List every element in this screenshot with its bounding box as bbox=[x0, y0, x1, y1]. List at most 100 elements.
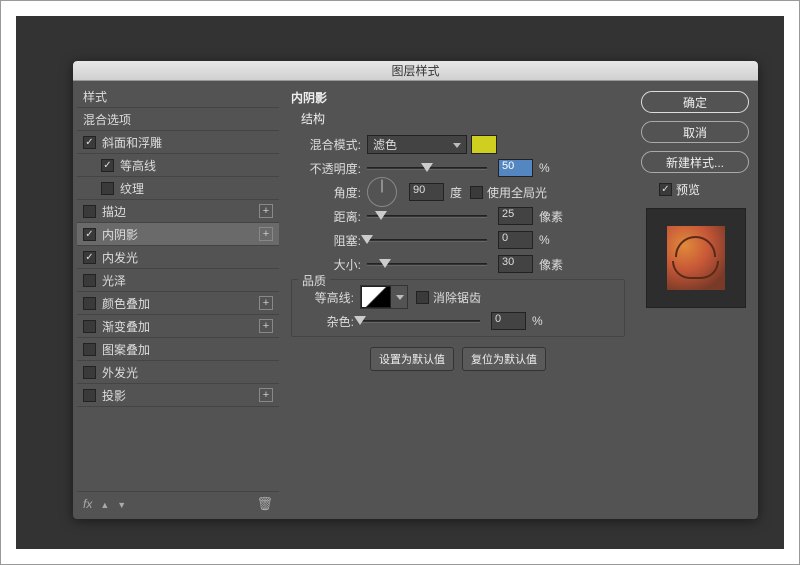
dialog-content: 样式 混合选项 斜面和浮雕等高线纹理描边+内阴影+内发光光泽颜色叠加+渐变叠加+… bbox=[73, 81, 758, 519]
contour-row: 等高线: 消除锯齿 bbox=[294, 286, 622, 308]
ok-button[interactable]: 确定 bbox=[641, 91, 749, 113]
effect-item-8[interactable]: 渐变叠加+ bbox=[77, 315, 279, 338]
effect-checkbox[interactable] bbox=[83, 251, 96, 264]
distance-row: 距离: 25 像素 bbox=[301, 205, 625, 227]
effect-checkbox[interactable] bbox=[83, 320, 96, 333]
choke-slider[interactable] bbox=[367, 239, 487, 242]
preview-checkbox[interactable] bbox=[659, 183, 672, 196]
distance-slider[interactable] bbox=[367, 215, 487, 218]
sidebar-header-blending[interactable]: 混合选项 bbox=[77, 108, 279, 131]
fx-menu-button[interactable]: fx bbox=[83, 497, 92, 511]
effect-item-0[interactable]: 斜面和浮雕 bbox=[77, 131, 279, 154]
preview-box bbox=[646, 208, 746, 308]
contour-label: 等高线: bbox=[294, 289, 354, 306]
distance-label: 距离: bbox=[301, 208, 361, 225]
effect-checkbox[interactable] bbox=[101, 182, 114, 195]
effect-item-2[interactable]: 纹理 bbox=[77, 177, 279, 200]
shadow-color-swatch[interactable] bbox=[471, 135, 497, 154]
sidebar-header-styles[interactable]: 样式 bbox=[77, 85, 279, 108]
global-light-label: 使用全局光 bbox=[487, 184, 547, 201]
blend-mode-select[interactable]: 滤色 bbox=[367, 135, 467, 154]
effect-item-5[interactable]: 内发光 bbox=[77, 246, 279, 269]
distance-input[interactable]: 25 bbox=[498, 207, 533, 225]
sidebar-footer: fx bbox=[77, 491, 279, 515]
dialog-actions: 确定 取消 新建样式... 预览 bbox=[633, 81, 758, 519]
effect-label: 内发光 bbox=[102, 249, 273, 266]
size-slider[interactable] bbox=[367, 263, 487, 266]
size-label: 大小: bbox=[301, 256, 361, 273]
noise-row: 杂色: 0 % bbox=[294, 310, 622, 332]
page-frame: 图层样式 样式 混合选项 斜面和浮雕等高线纹理描边+ 内阴影 + 内发光光泽颜色叠加 +… bbox=[0, 0, 800, 565]
trash-icon[interactable] bbox=[256, 496, 273, 512]
effect-label: 内阴影 bbox=[102, 226, 255, 243]
effect-item-3[interactable]: 描边+ bbox=[77, 200, 279, 223]
styles-sidebar: 样式 混合选项 斜面和浮雕等高线纹理描边+内阴影+内发光光泽颜色叠加+渐变叠加+… bbox=[73, 81, 283, 519]
antialias-checkbox[interactable] bbox=[416, 291, 429, 304]
opacity-slider[interactable] bbox=[367, 167, 487, 170]
layer-style-dialog: 图层样式 样式 混合选项 斜面和浮雕等高线纹理描边+ 内阴影 + 内发光光泽颜色叠加 +… bbox=[73, 61, 758, 519]
effect-checkbox[interactable] bbox=[83, 228, 96, 241]
effect-checkbox[interactable] bbox=[83, 297, 96, 310]
effect-item-6[interactable]: 光泽 bbox=[77, 269, 279, 292]
antialias-label: 消除锯齿 bbox=[433, 289, 481, 306]
effect-checkbox[interactable] bbox=[83, 366, 96, 379]
effect-item-7[interactable]: 颜色叠加 + bbox=[77, 292, 279, 315]
effect-label: 光泽 bbox=[102, 272, 273, 289]
add-effect-icon[interactable]: + bbox=[259, 296, 273, 310]
dialog-title: 图层样式 bbox=[73, 61, 758, 81]
effect-item-1[interactable]: 等高线 bbox=[77, 154, 279, 177]
new-style-button[interactable]: 新建样式... bbox=[641, 151, 749, 173]
chevron-down-icon bbox=[393, 286, 407, 308]
opacity-input[interactable]: 50 bbox=[498, 159, 533, 177]
effect-checkbox[interactable] bbox=[83, 205, 96, 218]
move-up-icon[interactable] bbox=[100, 497, 109, 511]
size-row: 大小: 30 像素 bbox=[301, 253, 625, 275]
effect-item-9[interactable]: 图案叠加 bbox=[77, 338, 279, 361]
structure-title: 结构 bbox=[301, 108, 625, 133]
quality-group: 品质 等高线: 消除锯齿 杂色: 0 % bbox=[291, 279, 625, 337]
choke-label: 阻塞: bbox=[301, 232, 361, 249]
effect-checkbox[interactable] bbox=[83, 389, 96, 402]
reset-default-button[interactable]: 复位为默认值 bbox=[462, 347, 546, 371]
add-effect-icon[interactable]: + bbox=[259, 227, 273, 241]
set-default-button[interactable]: 设置为默认值 bbox=[370, 347, 454, 371]
effect-checkbox[interactable] bbox=[83, 343, 96, 356]
effect-label: 颜色叠加 bbox=[102, 295, 255, 312]
global-light-checkbox[interactable] bbox=[470, 186, 483, 199]
preview-thumbnail bbox=[667, 226, 725, 290]
contour-swatch-icon bbox=[361, 286, 391, 308]
effect-checkbox[interactable] bbox=[83, 274, 96, 287]
add-effect-icon[interactable]: + bbox=[259, 319, 273, 333]
effect-label: 等高线 bbox=[120, 157, 273, 174]
blend-mode-row: 混合模式: 滤色 bbox=[301, 133, 625, 155]
blend-mode-label: 混合模式: bbox=[301, 136, 361, 153]
noise-input[interactable]: 0 bbox=[491, 312, 526, 330]
move-down-icon[interactable] bbox=[117, 497, 126, 511]
effect-item-11[interactable]: 投影 + bbox=[77, 384, 279, 407]
effect-label: 斜面和浮雕 bbox=[102, 134, 273, 151]
effect-checkbox[interactable] bbox=[83, 136, 96, 149]
preview-label: 预览 bbox=[676, 181, 700, 198]
app-background: 图层样式 样式 混合选项 斜面和浮雕等高线纹理描边+ 内阴影 + 内发光光泽颜色叠加 +… bbox=[16, 16, 784, 549]
contour-picker[interactable] bbox=[360, 285, 408, 309]
effect-label: 投影 bbox=[102, 387, 255, 404]
add-effect-icon[interactable]: + bbox=[259, 204, 273, 218]
angle-dial[interactable] bbox=[367, 177, 397, 207]
add-effect-icon[interactable]: + bbox=[259, 388, 273, 402]
cancel-button[interactable]: 取消 bbox=[641, 121, 749, 143]
effect-label: 纹理 bbox=[120, 180, 273, 197]
effect-label: 外发光 bbox=[102, 364, 273, 381]
angle-row: 角度: 90 度 使用全局光 bbox=[301, 181, 625, 203]
effect-settings-panel: 内阴影 结构 混合模式: 滤色 不透明度: 50 % 角度: 90 bbox=[283, 81, 633, 519]
opacity-row: 不透明度: 50 % bbox=[301, 157, 625, 179]
choke-row: 阻塞: 0 % bbox=[301, 229, 625, 251]
styles-list: 样式 混合选项 斜面和浮雕等高线纹理描边+内阴影+内发光光泽颜色叠加+渐变叠加+… bbox=[77, 85, 279, 491]
effect-item-10[interactable]: 外发光 bbox=[77, 361, 279, 384]
angle-label: 角度: bbox=[301, 184, 361, 201]
noise-slider[interactable] bbox=[360, 320, 480, 323]
effect-checkbox[interactable] bbox=[101, 159, 114, 172]
angle-input[interactable]: 90 bbox=[409, 183, 444, 201]
choke-input[interactable]: 0 bbox=[498, 231, 533, 249]
size-input[interactable]: 30 bbox=[498, 255, 533, 273]
effect-item-4[interactable]: 内阴影 + bbox=[77, 223, 279, 246]
